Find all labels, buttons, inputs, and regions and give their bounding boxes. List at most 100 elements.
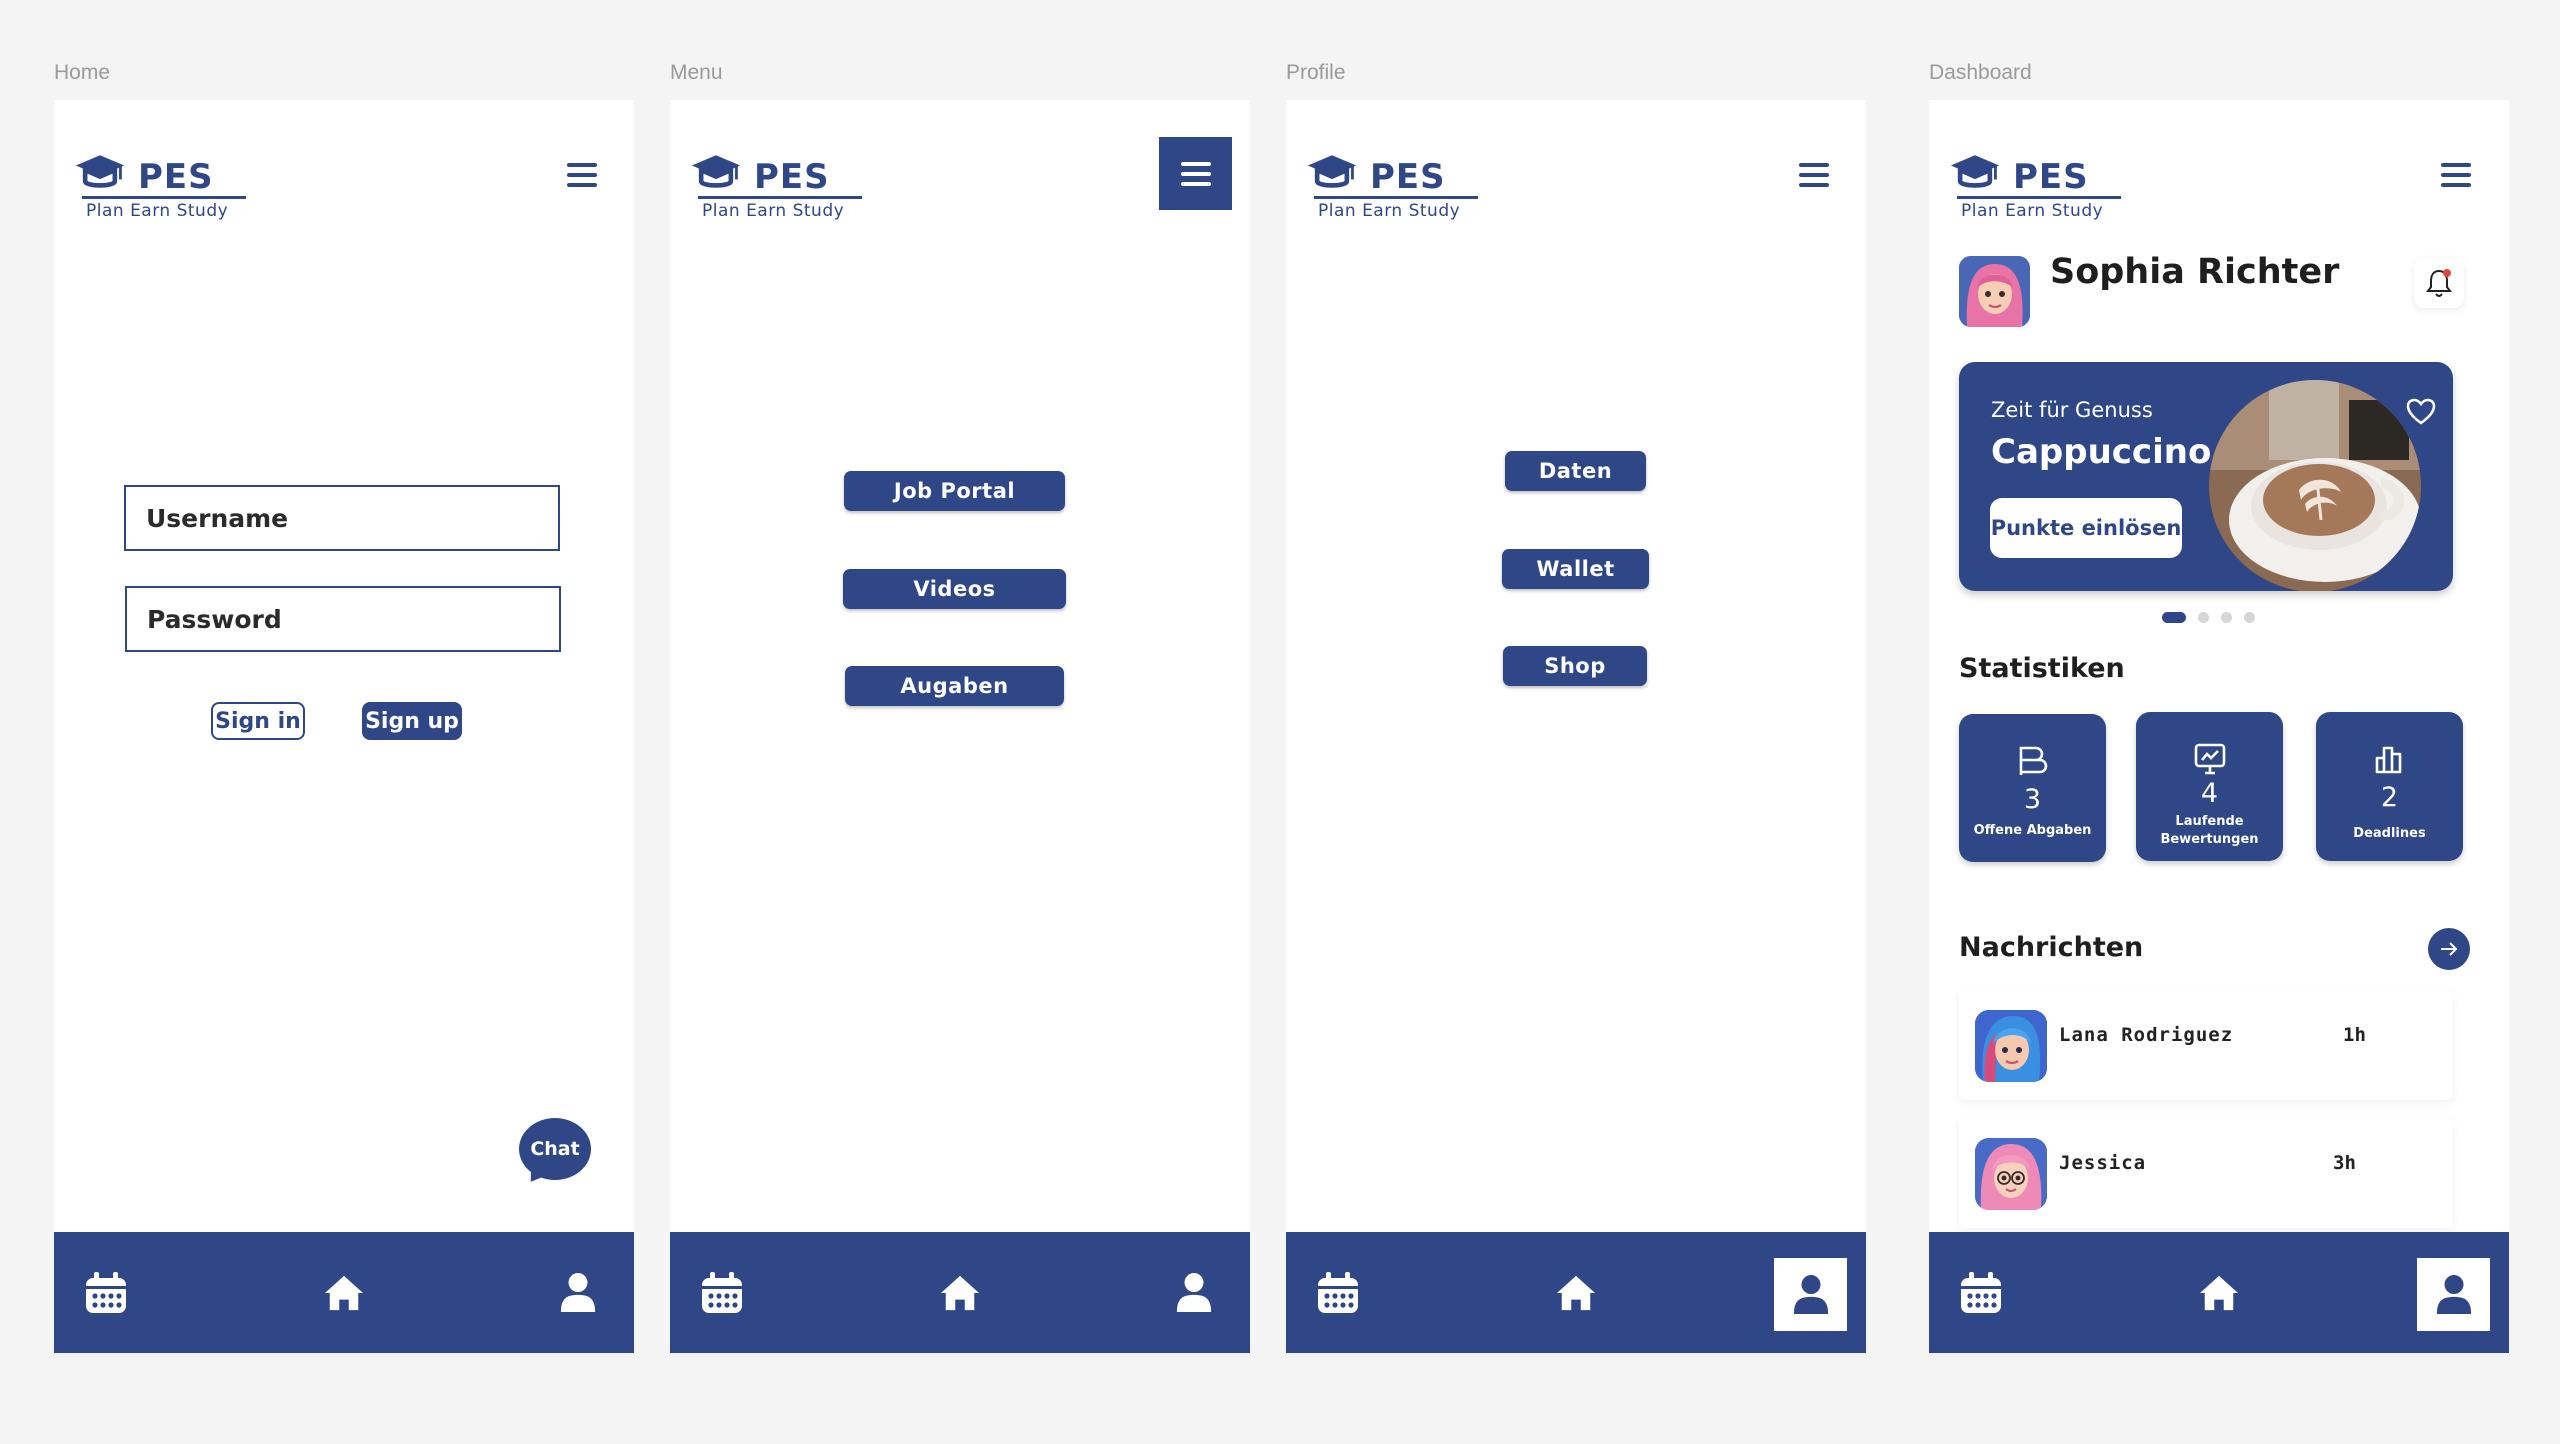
carousel-dot[interactable] <box>2221 612 2232 623</box>
sender-avatar <box>1975 1138 2047 1210</box>
bottom-nav <box>670 1232 1250 1353</box>
user-icon <box>1175 1272 1213 1314</box>
brand-name: PES <box>138 157 214 197</box>
logo-underline <box>1957 196 2121 199</box>
notifications-button[interactable] <box>2414 258 2464 308</box>
message-time: 1h <box>2343 1024 2366 1046</box>
carousel-dot[interactable] <box>2244 612 2255 623</box>
logo-underline <box>1314 196 1478 199</box>
graduation-cap-icon <box>1949 152 2001 192</box>
user-name: Sophia Richter <box>2050 252 2340 292</box>
password-field[interactable]: Password <box>125 586 561 652</box>
profile-item-wallet[interactable]: Wallet <box>1502 549 1649 589</box>
hamburger-icon <box>1180 161 1211 186</box>
nav-home-button[interactable] <box>937 1232 983 1353</box>
nav-home-button[interactable] <box>2196 1232 2242 1353</box>
arrow-right-icon <box>2441 942 2458 956</box>
brand-logo: PES Plan Earn Study <box>1949 152 2121 222</box>
promo-card[interactable]: Zeit für Genuss Cappuccino Punkte einlös… <box>1959 362 2453 591</box>
nav-profile-button-active[interactable] <box>2417 1258 2490 1331</box>
brand-name: PES <box>2013 157 2089 197</box>
carousel-dot[interactable] <box>2198 612 2209 623</box>
sender-name: Lana Rodriguez <box>2059 1024 2234 1046</box>
username-field[interactable]: Username <box>124 485 560 551</box>
brand-tagline: Plan Earn Study <box>1961 201 2104 221</box>
dashboard-screen: PES Plan Earn Study Sophia Richter Zeit … <box>1929 100 2509 1353</box>
avatar-image <box>1959 256 2030 327</box>
bar-chart-icon <box>2375 746 2401 774</box>
nav-home-button[interactable] <box>1553 1232 1599 1353</box>
nav-profile-button[interactable] <box>1172 1232 1216 1353</box>
document-icon <box>2019 746 2047 775</box>
calendar-icon <box>1316 1271 1360 1315</box>
calendar-icon <box>84 1271 128 1315</box>
user-icon <box>559 1272 597 1314</box>
stat-value: 2 <box>2380 782 2399 813</box>
bottom-nav <box>1286 1232 1866 1353</box>
stat-card-deadlines[interactable]: 2 Deadlines <box>2316 712 2463 861</box>
hamburger-menu-icon[interactable] <box>567 163 597 187</box>
stat-value: 4 <box>2200 778 2219 809</box>
stat-label: Laufende Bewertungen <box>2160 814 2259 847</box>
statistics-heading: Statistiken <box>1959 653 2125 684</box>
home-screen: PES Plan Earn Study Username Password Si… <box>54 100 634 1353</box>
nav-profile-button[interactable] <box>556 1232 600 1353</box>
bottom-nav <box>1929 1232 2509 1353</box>
home-icon <box>1555 1274 1597 1312</box>
sender-avatar <box>1975 1010 2047 1082</box>
nav-calendar-button[interactable] <box>1314 1232 1362 1353</box>
nav-calendar-button[interactable] <box>698 1232 746 1353</box>
menu-item-job-portal[interactable]: Job Portal <box>844 471 1065 511</box>
sign-up-button[interactable]: Sign up <box>362 702 462 740</box>
carousel-dots[interactable] <box>2162 612 2255 623</box>
frame-label-profile: Profile <box>1286 61 1346 84</box>
home-icon <box>323 1274 365 1312</box>
home-icon <box>939 1274 981 1312</box>
calendar-icon <box>700 1271 744 1315</box>
bottom-nav <box>54 1232 634 1353</box>
stat-label: Deadlines <box>2353 826 2426 841</box>
nav-profile-button-active[interactable] <box>1774 1258 1847 1331</box>
promo-subtitle: Zeit für Genuss <box>1991 398 2153 422</box>
frame-label-menu: Menu <box>670 61 723 84</box>
brand-logo: PES Plan Earn Study <box>74 152 246 222</box>
user-avatar[interactable] <box>1959 256 2030 327</box>
brand-tagline: Plan Earn Study <box>702 201 845 221</box>
nav-home-button[interactable] <box>321 1232 367 1353</box>
menu-item-videos[interactable]: Videos <box>843 569 1066 609</box>
hamburger-menu-button-active[interactable] <box>1159 137 1232 210</box>
graduation-cap-icon <box>1306 152 1358 192</box>
graduation-cap-icon <box>74 152 126 192</box>
profile-item-daten[interactable]: Daten <box>1505 451 1646 491</box>
profile-screen: PES Plan Earn Study Daten Wallet Shop <box>1286 100 1866 1353</box>
messages-more-button[interactable] <box>2428 928 2470 970</box>
nav-calendar-button[interactable] <box>1957 1232 2005 1353</box>
sender-name: Jessica <box>2059 1152 2147 1174</box>
brand-tagline: Plan Earn Study <box>1318 201 1461 221</box>
hamburger-menu-icon[interactable] <box>2441 163 2471 187</box>
brand-tagline: Plan Earn Study <box>86 201 229 221</box>
user-icon <box>1792 1274 1830 1316</box>
chat-label: Chat <box>530 1138 580 1160</box>
stat-value: 3 <box>2023 784 2042 815</box>
brand-logo: PES Plan Earn Study <box>690 152 862 222</box>
chat-button[interactable]: Chat <box>519 1118 591 1189</box>
stat-card-ongoing-reviews[interactable]: 4 Laufende Bewertungen <box>2136 712 2283 861</box>
nav-calendar-button[interactable] <box>82 1232 130 1353</box>
carousel-dot-active[interactable] <box>2162 612 2186 623</box>
logo-underline <box>82 196 246 199</box>
sign-in-button[interactable]: Sign in <box>211 702 305 740</box>
menu-item-augaben[interactable]: Augaben <box>845 666 1064 706</box>
stat-label: Offene Abgaben <box>1973 823 2092 838</box>
stat-card-open-submissions[interactable]: 3 Offene Abgaben <box>1959 714 2106 862</box>
message-item[interactable]: Lana Rodriguez 1h <box>1959 990 2453 1100</box>
cappuccino-image <box>2209 380 2421 591</box>
message-time: 3h <box>2333 1152 2356 1174</box>
profile-item-shop[interactable]: Shop <box>1503 646 1647 686</box>
favorite-heart-icon[interactable] <box>2406 398 2436 426</box>
brand-logo: PES Plan Earn Study <box>1306 152 1478 222</box>
calendar-icon <box>1959 1271 2003 1315</box>
redeem-points-button[interactable]: Punkte einlösen <box>1990 498 2182 558</box>
message-item[interactable]: Jessica 3h <box>1959 1118 2453 1228</box>
hamburger-menu-icon[interactable] <box>1799 163 1829 187</box>
